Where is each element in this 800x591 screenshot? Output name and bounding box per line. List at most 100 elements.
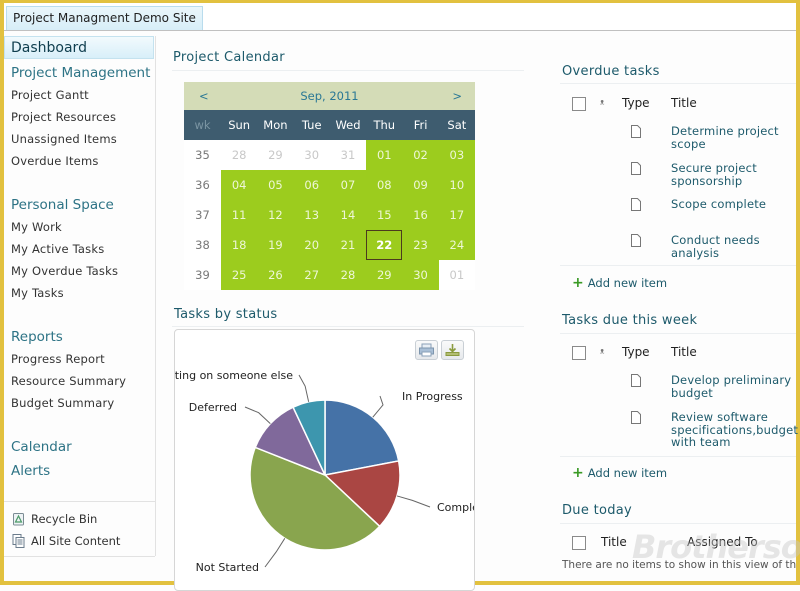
select-all-checkbox[interactable] [572, 97, 586, 111]
section-divider [560, 523, 796, 524]
calendar-day[interactable]: 01 [438, 260, 475, 290]
add-icon: + [572, 465, 584, 481]
section-divider [560, 456, 796, 457]
sidebar-item-unassigned-items[interactable]: Unassigned Items [11, 132, 117, 146]
calendar-day[interactable]: 17 [438, 200, 475, 230]
select-all-checkbox[interactable] [572, 536, 586, 550]
calendar-day[interactable]: 29 [257, 140, 294, 170]
column-header-type[interactable]: Type [622, 345, 650, 359]
column-header-title[interactable]: Title [671, 96, 697, 110]
calendar-day[interactable]: 30 [402, 260, 439, 290]
recycle-bin-icon [13, 513, 24, 526]
overdue-add-new-item[interactable]: + Add new item [572, 275, 667, 291]
sidebar-item-my-active-tasks[interactable]: My Active Tasks [11, 242, 104, 256]
calendar-day[interactable]: 05 [257, 170, 294, 200]
calendar-day[interactable]: 10 [438, 170, 475, 200]
all-site-content-link[interactable]: All Site Content [12, 534, 120, 548]
calendar-day[interactable]: 24 [438, 230, 475, 260]
weekday-tue: Tue [301, 118, 322, 132]
sidebar-item-project-gantt[interactable]: Project Gantt [11, 88, 89, 102]
calendar-day[interactable]: 28 [329, 260, 367, 290]
column-header-type[interactable]: Type [622, 96, 650, 110]
document-icon [631, 162, 641, 175]
weekday-fri: Fri [413, 118, 428, 132]
column-header-assigned-to[interactable]: Assigned To [687, 535, 758, 549]
attachment-icon: ᵜ [600, 346, 605, 359]
sidebar-item-budget-summary[interactable]: Budget Summary [11, 396, 114, 410]
calendar-day[interactable]: 12 [257, 200, 294, 230]
calendar-day[interactable]: 08 [366, 170, 403, 200]
select-all-checkbox[interactable] [572, 346, 586, 360]
calendar-day[interactable]: 27 [293, 260, 330, 290]
sidebar-item-progress-report[interactable]: Progress Report [11, 352, 105, 366]
section-divider [560, 265, 796, 266]
weekday-thu: Thu [373, 118, 396, 132]
sidebar-item-overdue-items[interactable]: Overdue Items [11, 154, 99, 168]
calendar-day[interactable]: 02 [402, 140, 439, 170]
calendar-day-grid: 35 28 29 30 31 01 02 03 36 04 05 06 07 08 09 10 37 11 12 13… [184, 140, 475, 290]
sidebar-heading-personal-space[interactable]: Personal Space [11, 197, 114, 213]
week-number-header: wk [194, 118, 211, 132]
calendar-day[interactable]: 09 [402, 170, 439, 200]
this-week-add-new-item[interactable]: + Add new item [572, 465, 667, 481]
sidebar-item-project-resources[interactable]: Project Resources [11, 110, 116, 124]
calendar-month-nav: < Sep, 2011 > [184, 82, 475, 110]
sidebar-heading-calendar[interactable]: Calendar [11, 439, 72, 455]
weekday-sat: Sat [447, 118, 467, 132]
sidebar-heading-reports[interactable]: Reports [11, 329, 63, 345]
pie-label: Comple [437, 501, 474, 514]
section-divider [172, 326, 524, 327]
task-link[interactable]: Develop preliminary budget [671, 374, 796, 399]
window-frame-right [796, 0, 800, 585]
calendar-day[interactable]: 01 [366, 140, 403, 170]
calendar-day[interactable]: 26 [257, 260, 294, 290]
tasks-by-status-chart: In Progress Comple Not Started Deferred itin… [174, 329, 475, 591]
calendar-day[interactable]: 13 [293, 200, 330, 230]
pie-label: iting on someone else [175, 369, 293, 382]
calendar-day[interactable]: 03 [438, 140, 475, 170]
recycle-bin-link[interactable]: Recycle Bin [12, 512, 97, 526]
calendar-day[interactable]: 04 [221, 170, 258, 200]
task-link[interactable]: Review software specifications,budget wi… [671, 411, 798, 449]
calendar-month-label: Sep, 2011 [300, 89, 359, 103]
site-title-tab[interactable]: Project Managment Demo Site [6, 6, 203, 30]
calendar-day[interactable]: 07 [329, 170, 367, 200]
section-divider [560, 83, 796, 84]
sidebar-footer: Recycle Bin All Site Content [4, 501, 155, 557]
sidebar-item-my-overdue-tasks[interactable]: My Overdue Tasks [11, 264, 118, 278]
calendar-day[interactable]: 25 [221, 260, 258, 290]
calendar-day[interactable]: 14 [329, 200, 367, 230]
calendar-day-today[interactable]: 22 [366, 230, 403, 260]
sidebar-item-my-tasks[interactable]: My Tasks [11, 286, 64, 300]
sidebar-item-resource-summary[interactable]: Resource Summary [11, 374, 126, 388]
calendar-day[interactable]: 19 [257, 230, 294, 260]
calendar-day[interactable]: 18 [221, 230, 258, 260]
attachment-icon: ᵜ [600, 97, 605, 110]
calendar-day[interactable]: 20 [293, 230, 330, 260]
calendar-day[interactable]: 21 [329, 230, 367, 260]
pie-label-connector [372, 395, 384, 418]
sidebar-item-my-work[interactable]: My Work [11, 220, 62, 234]
calendar-day[interactable]: 15 [366, 200, 403, 230]
task-link[interactable]: Conduct needs analysis [671, 234, 796, 259]
calendar-day[interactable]: 29 [366, 260, 403, 290]
add-new-item-label: Add new item [587, 466, 668, 480]
document-icon [631, 411, 641, 424]
task-link[interactable]: Scope complete [671, 198, 796, 211]
task-link[interactable]: Determine project scope [671, 125, 796, 150]
calendar-day[interactable]: 11 [221, 200, 258, 230]
task-link[interactable]: Secure project sponsorship [671, 162, 796, 187]
column-header-title[interactable]: Title [601, 535, 627, 549]
calendar-day[interactable]: 31 [329, 140, 367, 170]
sidebar-heading-alerts[interactable]: Alerts [11, 463, 50, 479]
calendar-day[interactable]: 28 [221, 140, 258, 170]
calendar-day[interactable]: 16 [402, 200, 439, 230]
calendar-day[interactable]: 06 [293, 170, 330, 200]
calendar-day[interactable]: 23 [402, 230, 439, 260]
column-header-title[interactable]: Title [671, 345, 697, 359]
week-number: 35 [184, 140, 221, 170]
sidebar-item-dashboard[interactable]: Dashboard [4, 36, 154, 59]
calendar-next-month-button[interactable]: > [452, 89, 462, 103]
calendar-day[interactable]: 30 [293, 140, 330, 170]
sidebar-heading-project-management[interactable]: Project Management [11, 65, 150, 81]
